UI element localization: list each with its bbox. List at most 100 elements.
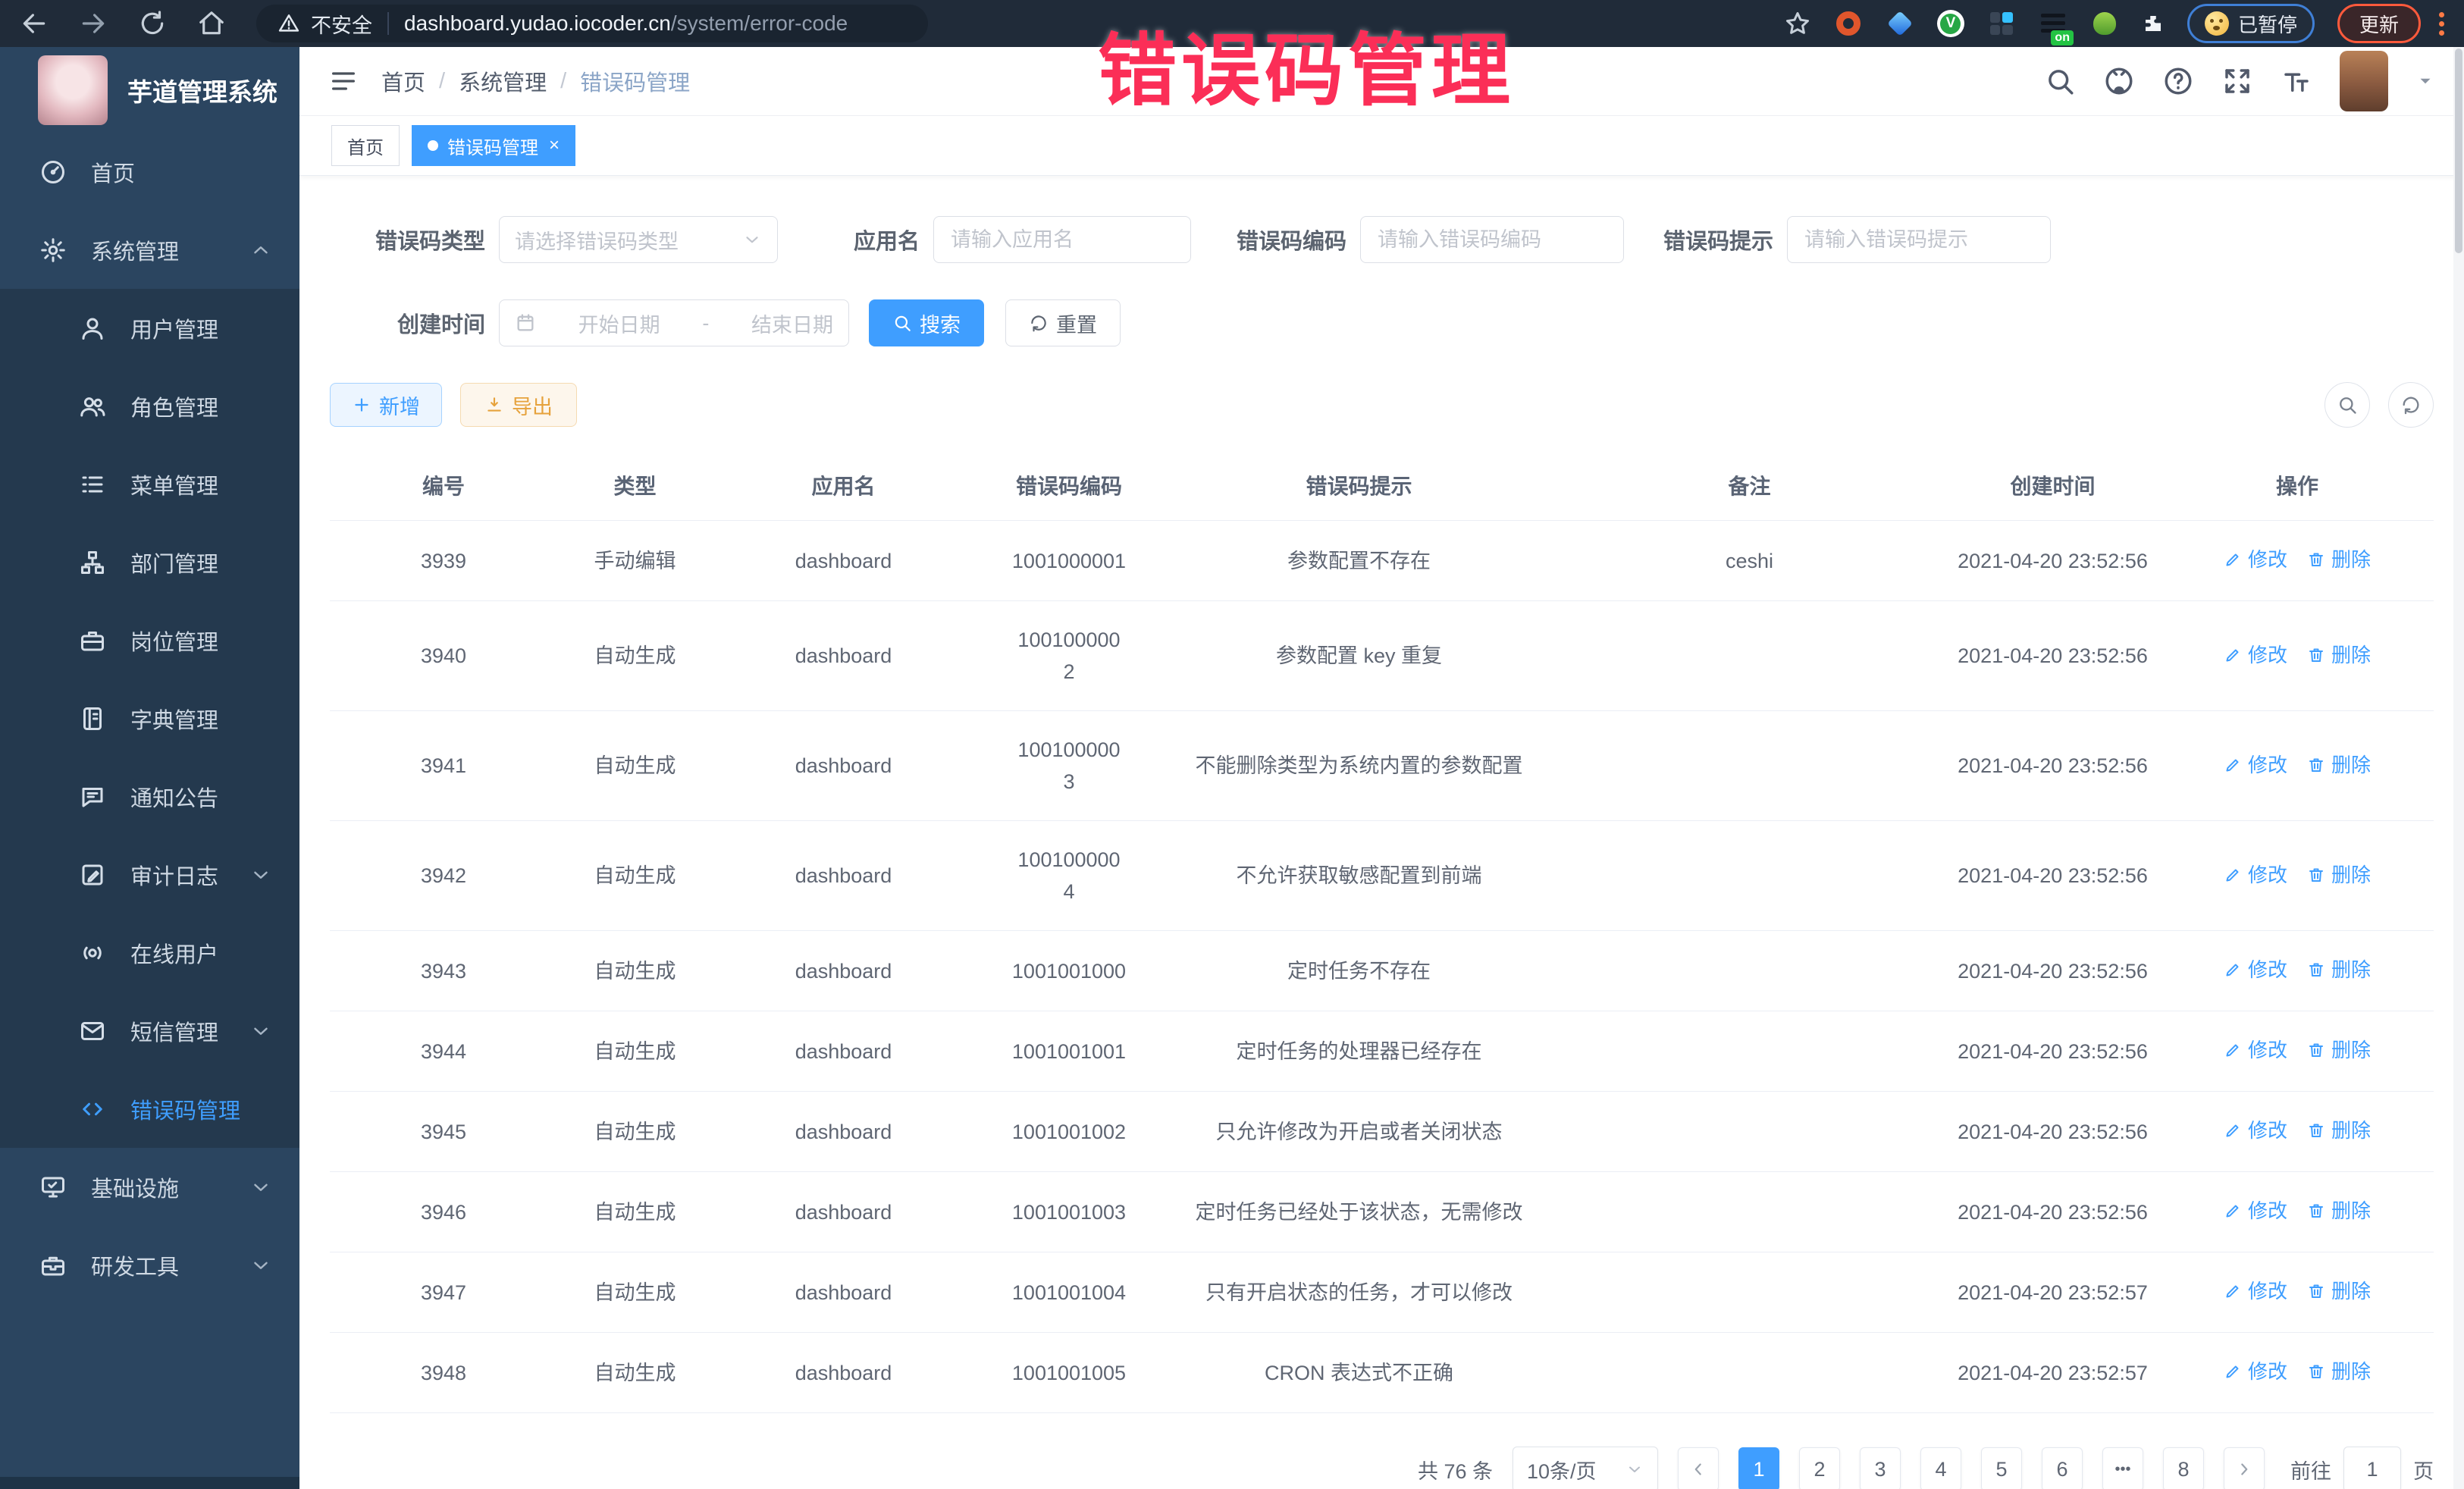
delete-link[interactable]: 删除 <box>2307 1356 2371 1387</box>
extension-onoff-icon[interactable]: on <box>2039 9 2067 38</box>
active-tag-dot <box>428 140 438 151</box>
edit-link[interactable]: 修改 <box>2224 1275 2287 1307</box>
refresh-table-icon <box>2400 394 2422 415</box>
tag-home[interactable]: 首页 <box>331 125 400 166</box>
logo-row[interactable]: 芋道管理系统 <box>0 47 299 133</box>
cell-actions: 修改删除 <box>2161 601 2434 711</box>
paused-profile-badge[interactable]: 已暂停 <box>2187 4 2315 43</box>
page-button-4[interactable]: 4 <box>1920 1447 1961 1489</box>
security-label: 不安全 <box>311 9 372 39</box>
cell-app: dashboard <box>713 1333 974 1413</box>
browser-update-button[interactable]: 更新 <box>2337 4 2421 43</box>
sidebar-item-infrastructure[interactable]: 基础设施 <box>0 1148 299 1226</box>
user-avatar[interactable] <box>2340 51 2388 111</box>
hamburger-icon[interactable] <box>328 66 359 96</box>
app-name-input[interactable] <box>933 216 1191 263</box>
sidebar-item-online-users[interactable]: 在线用户 <box>0 914 299 992</box>
sidebar-item-audit-log[interactable]: 审计日志 <box>0 835 299 914</box>
fullscreen-icon[interactable] <box>2221 65 2253 97</box>
delete-link[interactable]: 删除 <box>2307 859 2371 891</box>
update-label: 更新 <box>2359 10 2399 38</box>
page-button-3[interactable]: 3 <box>1860 1447 1901 1489</box>
edit-link[interactable]: 修改 <box>2224 544 2287 575</box>
page-size-select[interactable]: 10条/页 <box>1513 1447 1658 1489</box>
extensions-puzzle-icon[interactable] <box>2142 12 2165 35</box>
edit-link[interactable]: 修改 <box>2224 859 2287 891</box>
sidebar-item-dev-tools[interactable]: 研发工具 <box>0 1226 299 1304</box>
tag-error-code[interactable]: 错误码管理× <box>412 125 575 166</box>
page-ellipsis-button[interactable]: ••• <box>2102 1447 2143 1489</box>
extension-key-icon[interactable] <box>2090 9 2119 38</box>
cell-code: 1001001002 <box>974 1092 1164 1172</box>
extension-green-icon[interactable]: V <box>1937 10 1964 37</box>
sidebar-item-notice[interactable]: 通知公告 <box>0 757 299 835</box>
extension-grid-icon[interactable] <box>1987 9 2016 38</box>
sidebar-item-home[interactable]: 首页 <box>0 133 299 211</box>
delete-link[interactable]: 删除 <box>2307 1195 2371 1227</box>
font-size-icon[interactable] <box>2281 65 2312 97</box>
page-scrollbar[interactable] <box>2453 47 2464 1489</box>
next-page-button[interactable] <box>2224 1447 2265 1489</box>
page-button-6[interactable]: 6 <box>2042 1447 2083 1489</box>
error-msg-input[interactable] <box>1787 216 2051 263</box>
search-button[interactable]: 搜索 <box>869 299 984 346</box>
edit-link[interactable]: 修改 <box>2224 1114 2287 1146</box>
toggle-search-button[interactable] <box>2324 382 2370 428</box>
delete-link[interactable]: 删除 <box>2307 1114 2371 1146</box>
close-icon[interactable]: × <box>549 135 560 156</box>
refresh-table-button[interactable] <box>2388 382 2434 428</box>
extension-orange-icon[interactable] <box>1834 9 1863 38</box>
export-button[interactable]: 导出 <box>460 383 577 427</box>
sidebar-item-user-management[interactable]: 用户管理 <box>0 289 299 367</box>
edit-link[interactable]: 修改 <box>2224 1195 2287 1227</box>
sidebar-item-dict-management[interactable]: 字典管理 <box>0 679 299 757</box>
reset-button[interactable]: 重置 <box>1005 299 1121 346</box>
cell-type: 自动生成 <box>557 821 713 931</box>
search-icon[interactable] <box>2044 65 2076 97</box>
page-button-2[interactable]: 2 <box>1799 1447 1840 1489</box>
edit-link[interactable]: 修改 <box>2224 1356 2287 1387</box>
browser-reload-icon[interactable] <box>138 9 167 38</box>
page-button-5[interactable]: 5 <box>1981 1447 2022 1489</box>
bookmark-star-icon[interactable] <box>1784 10 1811 37</box>
sidebar-item-dept-management[interactable]: 部门管理 <box>0 523 299 601</box>
edit-link[interactable]: 修改 <box>2224 954 2287 986</box>
edit-link[interactable]: 修改 <box>2224 1034 2287 1066</box>
delete-link[interactable]: 删除 <box>2307 1275 2371 1307</box>
page-button-8[interactable]: 8 <box>2163 1447 2204 1489</box>
extension-gem-icon[interactable] <box>1886 9 1914 38</box>
type-select[interactable]: 请选择错误码类型 <box>499 216 778 263</box>
sidebar-item-sms-management[interactable]: 短信管理 <box>0 992 299 1070</box>
address-bar[interactable]: 不安全 dashboard.yudao.iocoder.cn/system/er… <box>256 5 928 42</box>
announcement-icon <box>79 783 106 810</box>
delete-link[interactable]: 删除 <box>2307 749 2371 781</box>
help-icon[interactable] <box>2162 65 2194 97</box>
prev-page-button[interactable] <box>1678 1447 1719 1489</box>
scrollbar-thumb[interactable] <box>2455 49 2462 253</box>
delete-link[interactable]: 删除 <box>2307 544 2371 575</box>
sidebar-item-post-management[interactable]: 岗位管理 <box>0 601 299 679</box>
delete-link[interactable]: 删除 <box>2307 1034 2371 1066</box>
edit-link[interactable]: 修改 <box>2224 639 2287 671</box>
browser-forward-icon[interactable] <box>79 9 108 38</box>
breadcrumb-item[interactable]: 系统管理 <box>459 65 547 97</box>
add-button[interactable]: 新增 <box>330 383 442 427</box>
sidebar-item-menu-management[interactable]: 菜单管理 <box>0 445 299 523</box>
delete-link[interactable]: 删除 <box>2307 954 2371 986</box>
edit-link[interactable]: 修改 <box>2224 749 2287 781</box>
github-icon[interactable] <box>2103 65 2135 97</box>
date-range-picker[interactable]: 开始日期 - 结束日期 <box>499 299 849 346</box>
error-code-input[interactable] <box>1360 216 1624 263</box>
page-button-1[interactable]: 1 <box>1738 1447 1779 1489</box>
sidebar-item-error-code[interactable]: 错误码管理 <box>0 1070 299 1148</box>
browser-back-icon[interactable] <box>20 9 49 38</box>
cell-type: 手动编辑 <box>557 521 713 601</box>
sidebar-item-role-management[interactable]: 角色管理 <box>0 367 299 445</box>
browser-menu-icon[interactable] <box>2439 12 2444 36</box>
avatar-caret-icon[interactable] <box>2415 71 2435 91</box>
browser-home-icon[interactable] <box>197 9 226 38</box>
sidebar-item-system-management[interactable]: 系统管理 <box>0 211 299 289</box>
goto-page-input[interactable]: 1 <box>2343 1447 2401 1489</box>
delete-link[interactable]: 删除 <box>2307 639 2371 671</box>
breadcrumb-item[interactable]: 首页 <box>381 65 425 97</box>
